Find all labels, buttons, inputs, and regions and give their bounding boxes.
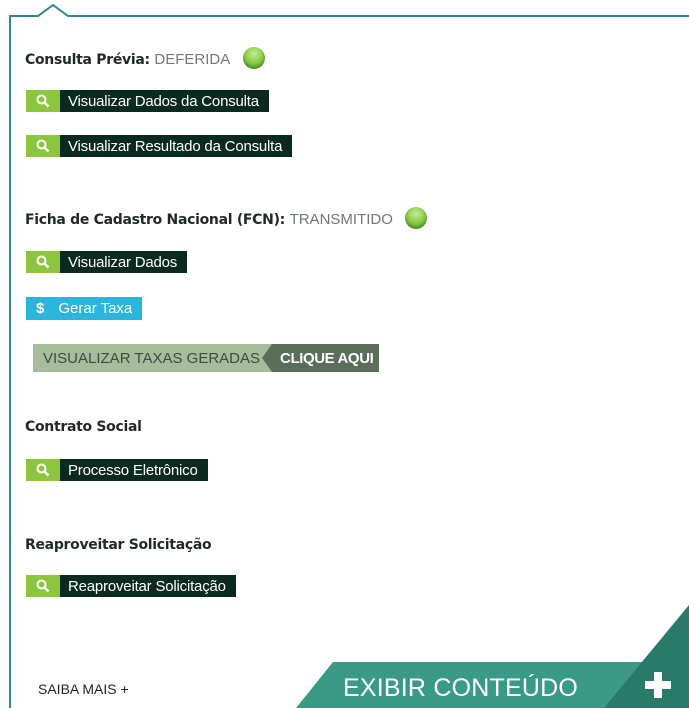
exibir-conteudo-label[interactable]: EXIBIR CONTEÚDO xyxy=(343,674,578,703)
exibir-conteudo-banner[interactable] xyxy=(0,0,689,708)
plus-icon[interactable] xyxy=(645,672,671,698)
